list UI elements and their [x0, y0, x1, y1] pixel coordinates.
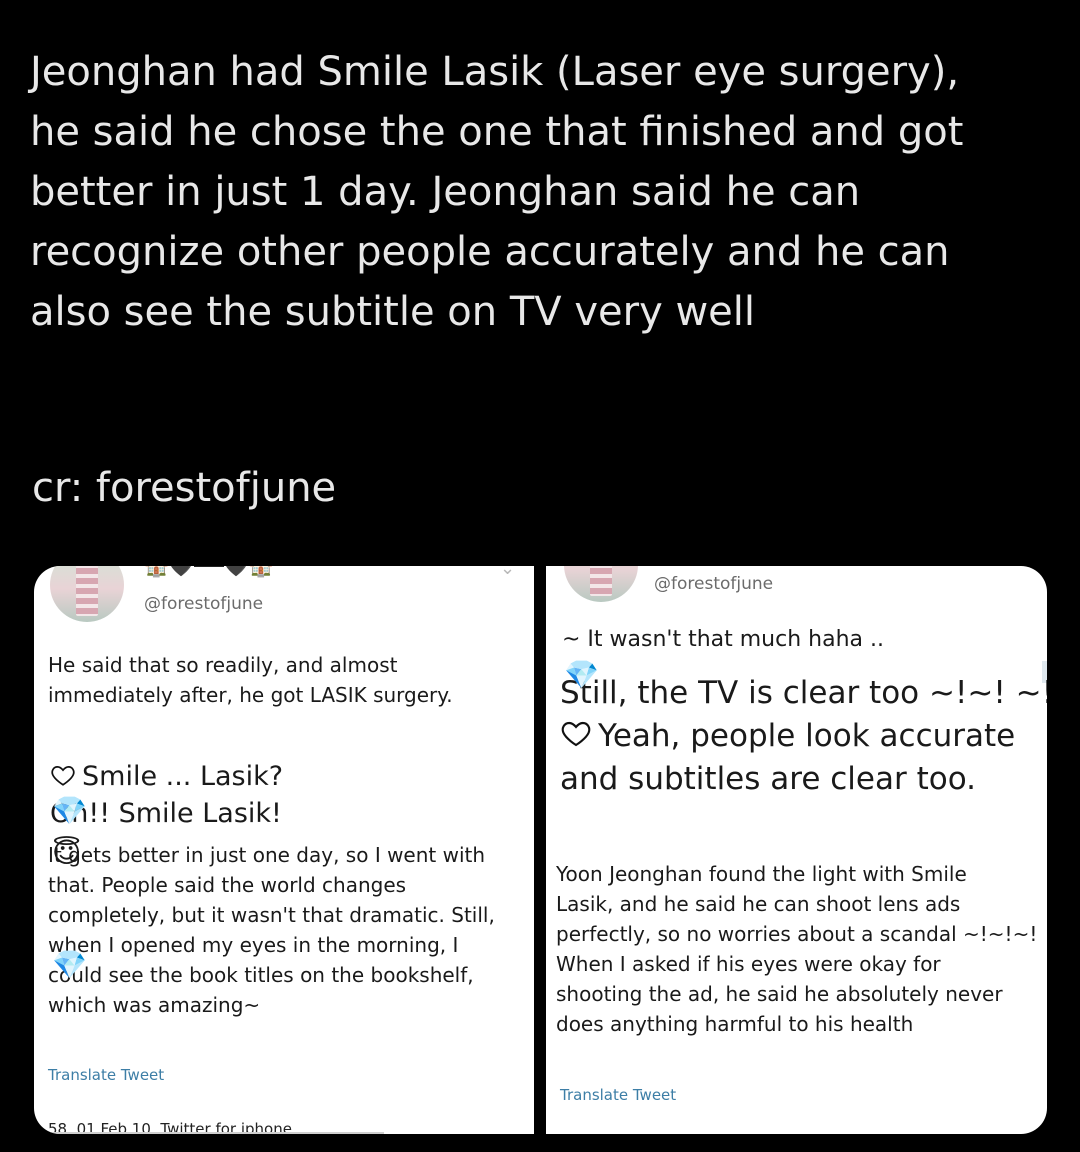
tweet-text: that. People said the world changes — [48, 873, 407, 897]
chevron-down-icon[interactable]: ⌄ — [500, 566, 515, 579]
tweet-text: It gets better in just one day, so I wen… — [48, 843, 486, 867]
tweet-text: immediately after, he got LASIK surgery. — [48, 683, 453, 707]
credit-text: cr: forestofjune — [32, 465, 337, 511]
heart-outline-icon — [51, 766, 75, 786]
house-emoji-icon: 🏠 — [144, 566, 169, 578]
tweet-question: Smile ... Lasik? — [50, 758, 283, 795]
black-heart-emoji-icon: 🖤 — [168, 566, 194, 578]
headline-line: recognize other people accurately and he… — [30, 229, 950, 275]
divider — [48, 1132, 384, 1134]
tweet-text: does anything harmful to his health — [556, 1012, 914, 1036]
tweet-text: and subtitles are clear too. — [560, 761, 976, 797]
tweet-card-right: @forestofjune ~ It wasn't that much haha… — [546, 566, 1047, 1134]
gem-emoji-icon: 💎 — [52, 794, 87, 827]
display-name-emoji: 🏠🖤 🖤🏠 — [144, 566, 274, 578]
tweet-card-left: 🏠🖤 🖤🏠 ⌄ @forestofjune He said that so rea… — [34, 566, 534, 1134]
tweet-text: completely, but it wasn't that dramatic.… — [48, 903, 495, 927]
headline-line: Jeonghan had Smile Lasik (Laser eye surg… — [30, 49, 960, 95]
tweet-text-line: Yeah, people look accurate — [598, 718, 1016, 754]
tweet-text: Still, the TV is clear too ~!~! ~! — [560, 675, 1047, 711]
headline-line: he said he chose the one that finished a… — [30, 109, 964, 155]
tweet-handle[interactable]: @forestofjune — [144, 594, 263, 614]
heart-outline-icon — [561, 721, 591, 747]
translate-tweet-link[interactable]: Translate Tweet — [560, 1086, 676, 1104]
tweet-text: Lasik, and he said he can shoot lens ads — [556, 892, 961, 916]
display-name-fragment — [193, 566, 224, 567]
headline-line: also see the subtitle on TV very well — [30, 289, 755, 335]
halo-face-emoji-icon: 😇 — [52, 836, 82, 869]
avatar[interactable] — [50, 566, 124, 622]
gem-emoji-icon: 💎 — [52, 948, 87, 981]
tweet-text: He said that so readily, and almost — [48, 653, 398, 677]
headline-line: better in just 1 day. Jeonghan said he c… — [30, 169, 861, 215]
tweet-text: Yoon Jeonghan found the light with Smile — [556, 862, 967, 886]
tweet-text: could see the book titles on the bookshe… — [48, 963, 474, 987]
tweet-text: which was amazing~ — [48, 993, 261, 1017]
gem-emoji-icon: 💎 — [564, 658, 599, 691]
tweet-question-text: Smile ... Lasik? — [82, 761, 284, 792]
tweet-text: when I opened my eyes in the morning, I — [48, 933, 459, 957]
black-heart-emoji-icon: 🖤 — [223, 566, 249, 578]
tweet-text: When I asked if his eyes were okay for — [556, 952, 941, 976]
tweet-text: Yeah, people look accurate — [560, 715, 1015, 758]
house-emoji-icon: 🏠 — [248, 566, 274, 578]
translate-tweet-link[interactable]: Translate Tweet — [48, 1066, 164, 1084]
tweet-text: shooting the ad, he said he absolutely n… — [556, 982, 1003, 1006]
tweet-handle[interactable]: @forestofjune — [654, 574, 773, 594]
headline-text: Jeonghan had Smile Lasik (Laser eye surg… — [30, 42, 1030, 342]
tweet-text: perfectly, so no worries about a scandal… — [556, 922, 1038, 946]
tweet-text: ~ It wasn't that much haha .. — [562, 627, 884, 652]
avatar[interactable] — [564, 566, 638, 602]
